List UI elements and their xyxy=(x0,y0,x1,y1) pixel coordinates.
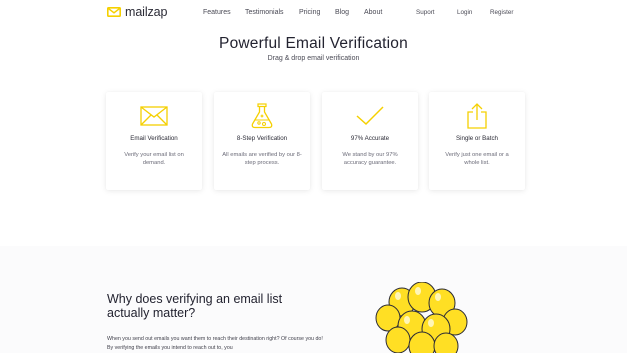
why-heading: Why does verifying an email list actuall… xyxy=(107,292,283,320)
checkmark-icon xyxy=(356,106,384,126)
feature-title: Single or Batch xyxy=(456,135,498,142)
flask-icon xyxy=(251,103,273,129)
balloons-illustration xyxy=(375,282,468,353)
logo[interactable]: mailzap xyxy=(107,5,167,19)
feature-card-single-batch: Single or Batch Verify just one email or… xyxy=(429,92,525,190)
nav-link-support[interactable]: Suport xyxy=(416,9,435,16)
mail-logo-icon xyxy=(107,7,121,17)
page-subtitle: Drag & drop email verification xyxy=(267,55,360,62)
brand-name: mailzap xyxy=(125,5,168,19)
upload-icon xyxy=(467,103,487,129)
feature-description: Verify just one email or a whole list. xyxy=(445,152,509,167)
nav-link-blog[interactable]: Blog xyxy=(335,9,349,16)
feature-card-email-verification: Email Verification Verify your email lis… xyxy=(106,92,202,190)
nav-link-login[interactable]: Login xyxy=(457,9,472,16)
feature-description: Verify your email list on demand. xyxy=(124,152,184,167)
nav-link-testimonials[interactable]: Testimonials xyxy=(245,9,284,16)
page-title: Powerful Email Verification xyxy=(219,35,408,52)
nav-link-features[interactable]: Features xyxy=(203,9,231,16)
feature-description: We stand by our 97% accuracy guarantee. xyxy=(342,152,398,167)
feature-card-accuracy: 97% Accurate We stand by our 97% accurac… xyxy=(322,92,418,190)
envelope-icon xyxy=(140,106,168,126)
nav-link-about[interactable]: About xyxy=(364,9,382,16)
nav-link-register[interactable]: Register xyxy=(490,9,513,16)
feature-title: 8-Step Verification xyxy=(236,135,288,142)
top-navbar: mailzap Features Testimonials Pricing Bl… xyxy=(0,0,627,26)
feature-title: Email Verification xyxy=(130,135,178,142)
feature-card-8-step: 8-Step Verification All emails are verif… xyxy=(214,92,310,190)
feature-title: 97% Accurate xyxy=(350,135,390,142)
why-body-text: When you send out emails you want them t… xyxy=(107,336,323,351)
nav-link-pricing[interactable]: Pricing xyxy=(299,9,320,16)
feature-description: All emails are verified by our 8-step pr… xyxy=(222,152,302,167)
